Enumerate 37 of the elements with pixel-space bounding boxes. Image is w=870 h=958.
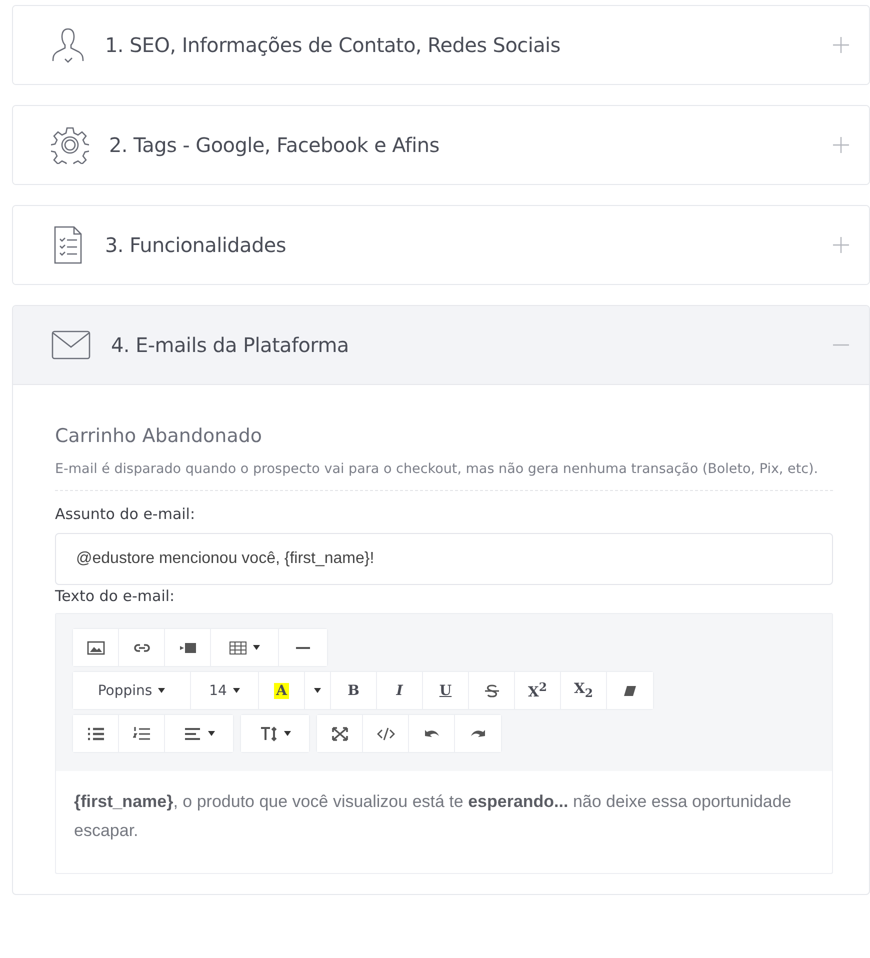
user-icon [51,26,85,64]
section-title: 3. Funcionalidades [105,233,288,257]
table-icon [229,640,247,656]
email-body-text[interactable]: {first_name}, o produto que você visualizou está te esperando... não deixe essa oportunidade escapar. [56,771,832,873]
fullscreen-button[interactable] [317,715,363,752]
section-title: 4. E-mails da Plataforma [111,333,350,357]
envelope-icon [51,330,91,360]
expand-icon [330,726,348,742]
text-height-icon [260,726,278,742]
caret-icon [232,688,240,693]
minus-icon [296,646,310,648]
font-family-dropdown[interactable]: Poppins [73,672,191,709]
caret-icon [158,688,166,693]
accordion-header[interactable]: 2. Tags - Google, Facebook e Afins [13,106,869,184]
gear-icon [51,126,89,164]
section-title: 1. SEO, Informações de Contato, Redes Sociais [105,33,562,57]
code-icon [376,726,394,742]
bulleted-list-button[interactable] [73,715,119,752]
body-label: Texto do e-mail: [55,587,176,605]
accordion-header[interactable]: 1. SEO, Informações de Contato, Redes Sociais [13,6,869,84]
accordion-header[interactable]: 3. Funcionalidades [13,206,869,284]
subject-input[interactable]: @edustore mencionou você, {first_name}! [55,533,833,585]
caret-icon [314,688,321,693]
toolbar-button[interactable] [73,629,119,666]
caret-icon [253,645,260,650]
strikethrough-icon [482,682,500,698]
accordion-header[interactable]: 4. E-mails da Plataforma [13,306,869,385]
bulleted-list-icon [86,726,104,742]
image-icon [86,640,104,656]
numbered-list-icon [132,726,150,742]
email-heading: Carrinho Abandonado [55,425,264,447]
subject-label: Assunto do e-mail: [55,505,196,523]
section-title: 2. Tags - Google, Facebook e Afins [109,133,440,157]
caret-icon [284,731,290,736]
caret-icon [208,731,214,736]
align-left-icon [184,726,202,742]
email-description: E-mail é disparado quando o prospecto vai para o checkout, mas não gera nenhuma transação (Boleto, Pix, etc). [55,457,833,491]
